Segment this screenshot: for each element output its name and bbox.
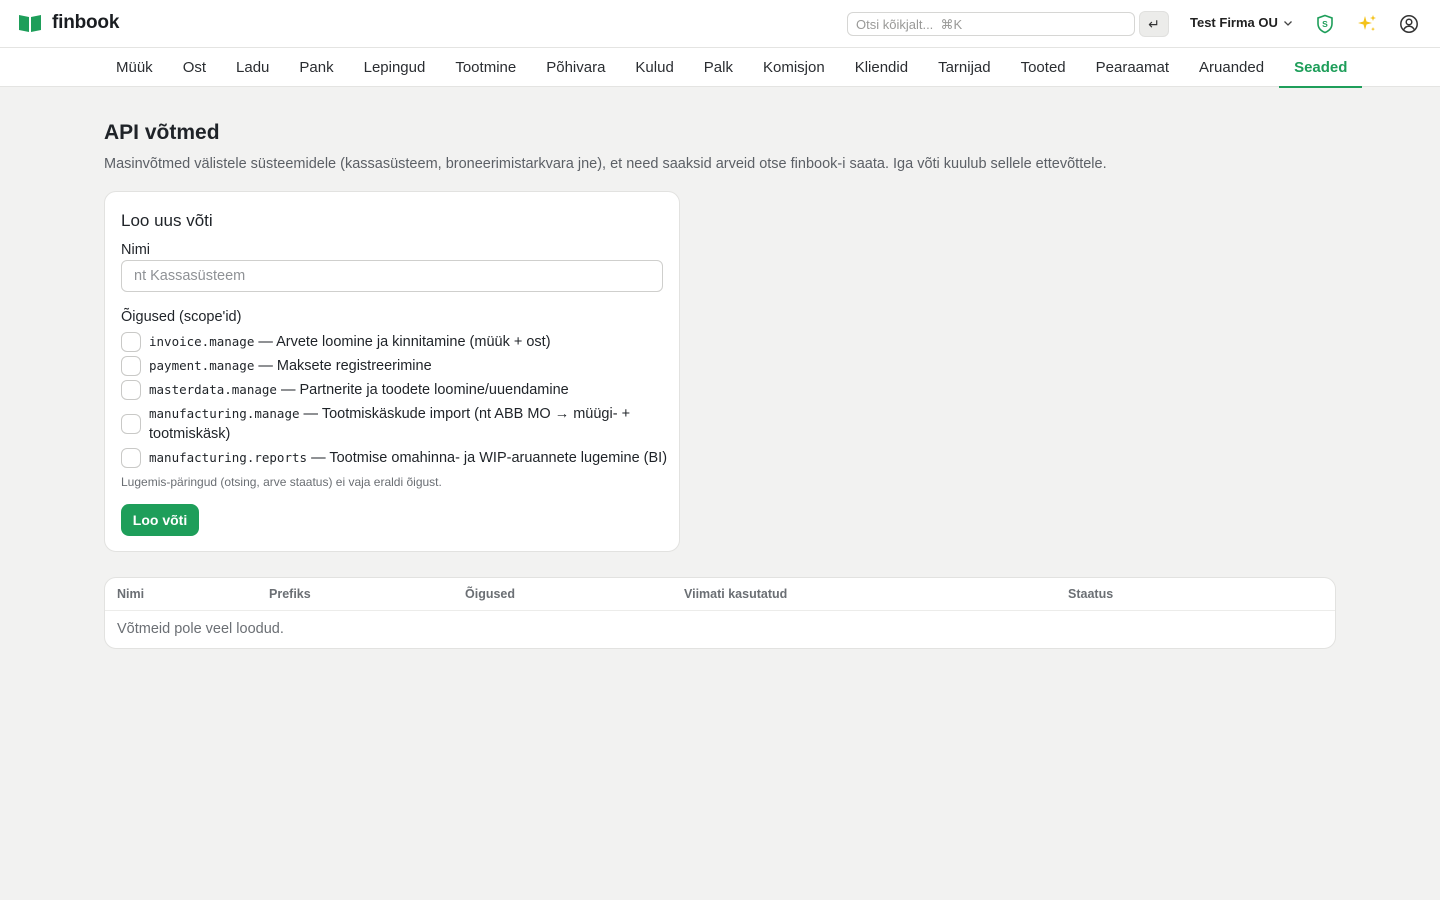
tab-pank[interactable]: Pank [284, 48, 348, 87]
tab-pearaamat[interactable]: Pearaamat [1081, 48, 1184, 87]
scope-manufacturing-manage: manufacturing.manage — Tootmiskäskude im… [121, 404, 651, 444]
scope-description: — Tootmise omahinna- ja WIP-aruannete lu… [311, 450, 668, 466]
scope-code: manufacturing.manage [149, 406, 300, 421]
scope-description: — Maksete registreerimine [258, 358, 432, 374]
company-switcher[interactable]: Test Firma OU [1190, 15, 1293, 30]
main-nav: Müük Ost Ladu Pank Lepingud Tootmine Põh… [0, 48, 1440, 88]
chevron-down-icon [1283, 20, 1292, 26]
scope-manufacturing-reports: manufacturing.reports — Tootmise omahinn… [121, 448, 667, 468]
scope-description: — Arvete loomine ja kinnitamine (müük + … [258, 334, 551, 350]
scope-code: manufacturing.reports [149, 450, 308, 465]
company-name: Test Firma OU [1190, 15, 1278, 30]
scope-invoice-manage: invoice.manage — Arvete loomine ja kinni… [121, 332, 551, 352]
tab-muuk[interactable]: Müük [101, 48, 168, 87]
create-key-card: Loo uus võti Nimi Õigused (scope'id) inv… [104, 191, 680, 552]
scope-checkbox[interactable] [121, 380, 141, 400]
scope-code: masterdata.manage [149, 382, 277, 397]
search-input[interactable] [847, 12, 1135, 36]
open-book-icon [19, 15, 41, 32]
scope-checkbox[interactable] [121, 332, 141, 352]
brand[interactable]: finbook [18, 12, 119, 34]
app-name: finbook [52, 12, 120, 33]
scope-checkbox[interactable] [121, 356, 141, 376]
column-header-prefix: Prefiks [269, 587, 311, 601]
shield-s-icon[interactable]: S [1313, 12, 1337, 36]
scope-checkbox[interactable] [121, 448, 141, 468]
tab-kliendid[interactable]: Kliendid [840, 48, 923, 87]
enter-icon: ↵ [1148, 15, 1160, 32]
create-key-title: Loo uus võti [121, 211, 213, 230]
search-submit-button[interactable]: ↵ [1139, 11, 1169, 37]
tab-aruanded[interactable]: Aruanded [1184, 48, 1279, 87]
api-keys-table: Nimi Prefiks Õigused Viimati kasutatud S… [104, 577, 1336, 649]
svg-text:S: S [1322, 19, 1328, 29]
scope-masterdata-manage: masterdata.manage — Partnerite ja toodet… [121, 380, 569, 400]
scope-checkbox[interactable] [121, 414, 141, 434]
column-header-last-used: Viimati kasutatud [684, 587, 788, 601]
scopes-hint: Lugemis-päringud (otsing, arve staatus) … [121, 475, 442, 489]
key-name-input[interactable] [121, 260, 663, 292]
scopes-label: Õigused (scope'id) [121, 309, 242, 325]
page-description: Masinvõtmed välistele süsteemidele (kass… [104, 156, 1107, 172]
nav-tabs: Müük Ost Ladu Pank Lepingud Tootmine Põh… [101, 48, 1363, 88]
scope-code: invoice.manage [149, 334, 255, 349]
scope-payment-manage: payment.manage — Maksete registreerimine [121, 356, 432, 376]
empty-state: Võtmeid pole veel loodud. [117, 621, 284, 637]
top-bar: finbook ↵ Test Firma OU S [0, 0, 1440, 48]
tab-palk[interactable]: Palk [689, 48, 748, 87]
scope-description: — Partnerite ja toodete loomine/uuendami… [280, 382, 569, 398]
tab-kulud[interactable]: Kulud [620, 48, 688, 87]
column-header-status: Staatus [1068, 587, 1114, 601]
page-title: API võtmed [104, 121, 220, 144]
tab-ladu[interactable]: Ladu [221, 48, 284, 87]
tab-komisjon[interactable]: Komisjon [748, 48, 840, 87]
create-key-button[interactable]: Loo võti [121, 504, 199, 536]
tab-tarnijad[interactable]: Tarnijad [923, 48, 1006, 87]
tab-ost[interactable]: Ost [168, 48, 221, 87]
sparkles-icon[interactable] [1355, 12, 1379, 36]
table-header: Nimi Prefiks Õigused Viimati kasutatud S… [105, 578, 1335, 611]
name-label: Nimi [121, 242, 150, 258]
tab-lepingud[interactable]: Lepingud [349, 48, 441, 87]
tab-pohivara[interactable]: Põhivara [531, 48, 620, 87]
tab-tootmine[interactable]: Tootmine [440, 48, 531, 87]
user-circle-icon[interactable] [1397, 12, 1421, 36]
column-header-scopes: Õigused [465, 587, 516, 601]
tab-seaded[interactable]: Seaded [1279, 48, 1363, 88]
tab-tooted[interactable]: Tooted [1006, 48, 1081, 87]
scope-code: payment.manage [149, 358, 255, 373]
column-header-name: Nimi [117, 587, 145, 601]
